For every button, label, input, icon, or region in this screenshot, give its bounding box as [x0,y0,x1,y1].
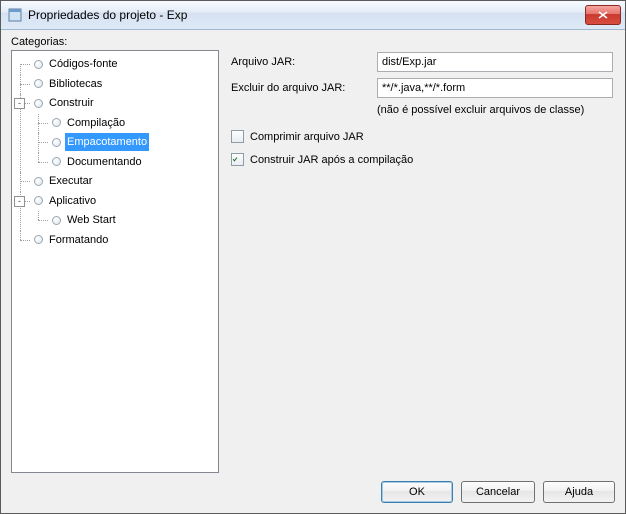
tree-item-construir[interactable]: - Construir Compilação Empacotamento Doc… [14,94,216,172]
bullet-icon [34,99,43,108]
construir-jar-checkbox[interactable] [231,153,244,166]
dialog-button-row: OK Cancelar Ajuda [11,473,615,503]
excluir-label: Excluir do arquivo JAR: [231,82,371,94]
bullet-icon [52,118,61,127]
tree-item-empacotamento[interactable]: Empacotamento [32,133,216,153]
tree-item-web-start[interactable]: Web Start [32,211,216,231]
bullet-icon [52,138,61,147]
bullet-icon [52,157,61,166]
project-properties-dialog: Propriedades do projeto - Exp Categorias… [0,0,626,514]
excluir-note: (não é possível excluir arquivos de clas… [377,104,613,116]
arquivo-jar-label: Arquivo JAR: [231,56,371,68]
comprimir-row: Comprimir arquivo JAR [231,130,613,143]
bullet-icon [34,196,43,205]
comprimir-checkbox[interactable] [231,130,244,143]
ok-button[interactable]: OK [381,481,453,503]
bullet-icon [34,60,43,69]
tree-item-compilacao[interactable]: Compilação [32,114,216,134]
bullet-icon [52,216,61,225]
window-title: Propriedades do projeto - Exp [28,8,585,22]
tree-item-codigos-fonte[interactable]: Códigos-fonte [14,55,216,75]
tree-item-aplicativo[interactable]: - Aplicativo Web Start [14,192,216,231]
construir-jar-label: Construir JAR após a compilação [250,154,413,166]
client-area: Categorias: Códigos-fonte Bibliotecas - … [1,30,625,513]
bullet-icon [34,79,43,88]
bullet-icon [34,177,43,186]
tree-item-documentando[interactable]: Documentando [32,153,216,173]
categories-tree[interactable]: Códigos-fonte Bibliotecas - Construir Co… [11,50,219,473]
tree-item-executar[interactable]: Executar [14,172,216,192]
construir-jar-row: Construir JAR após a compilação [231,153,613,166]
content-row: Códigos-fonte Bibliotecas - Construir Co… [11,50,615,473]
tree-item-formatando[interactable]: Formatando [14,231,216,251]
titlebar: Propriedades do projeto - Exp [1,1,625,30]
help-button[interactable]: Ajuda [543,481,615,503]
packaging-panel: Arquivo JAR: Excluir do arquivo JAR: (nã… [227,50,615,473]
bullet-icon [34,235,43,244]
categories-label: Categorias: [11,36,615,48]
collapse-icon[interactable]: - [14,98,25,109]
arquivo-jar-field[interactable] [377,52,613,72]
collapse-icon[interactable]: - [14,196,25,207]
tree-item-bibliotecas[interactable]: Bibliotecas [14,75,216,95]
excluir-field[interactable] [377,78,613,98]
app-icon [7,7,23,23]
close-button[interactable] [585,5,621,25]
comprimir-label: Comprimir arquivo JAR [250,131,364,143]
cancel-button[interactable]: Cancelar [461,481,535,503]
